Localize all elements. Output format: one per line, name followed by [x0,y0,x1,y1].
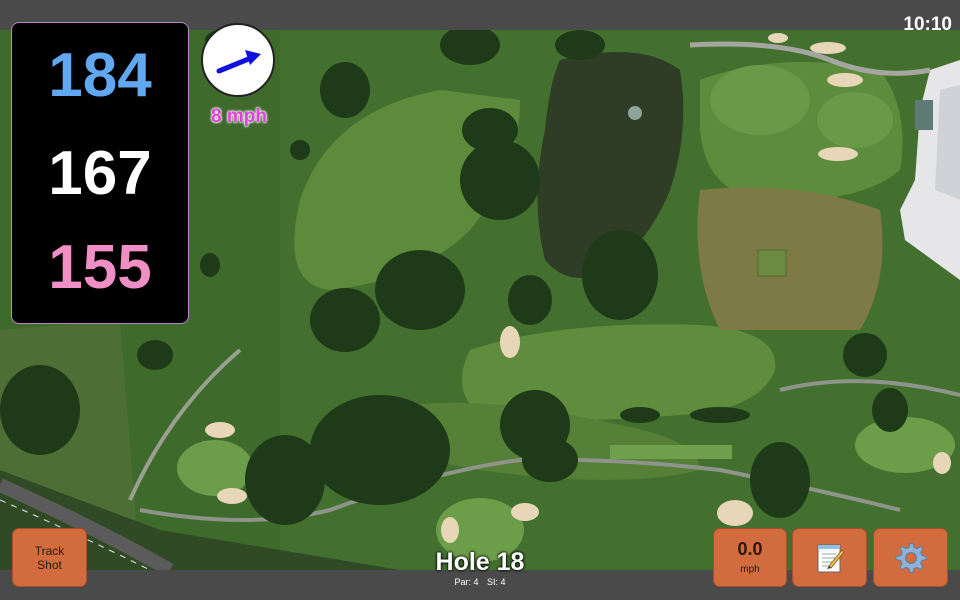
gear-icon [895,542,926,573]
track-shot-button[interactable]: Track Shot [12,528,87,587]
wind-arrow-icon [216,50,261,74]
wind-speed-label: 8 mph [211,106,267,127]
speed-value: 0.0 [737,539,763,559]
par-label: Par: 4 [454,577,479,587]
distance-panel: 184 167 155 [11,22,189,324]
front-distance: 155 [48,233,152,302]
back-distance: 184 [48,41,152,110]
speed-button[interactable]: 0.0 mph [713,528,787,587]
hole-info: Par: 4 SI: 4 [380,577,580,587]
middle-distance: 167 [48,139,152,208]
settings-button[interactable] [873,528,948,587]
stroke-index-label: SI: 4 [487,577,506,587]
speed-unit: mph [740,564,760,575]
hole-title: Hole 18 [435,548,525,576]
notepad-icon [817,544,845,572]
wind-indicator [201,23,275,97]
notes-button[interactable] [792,528,867,587]
